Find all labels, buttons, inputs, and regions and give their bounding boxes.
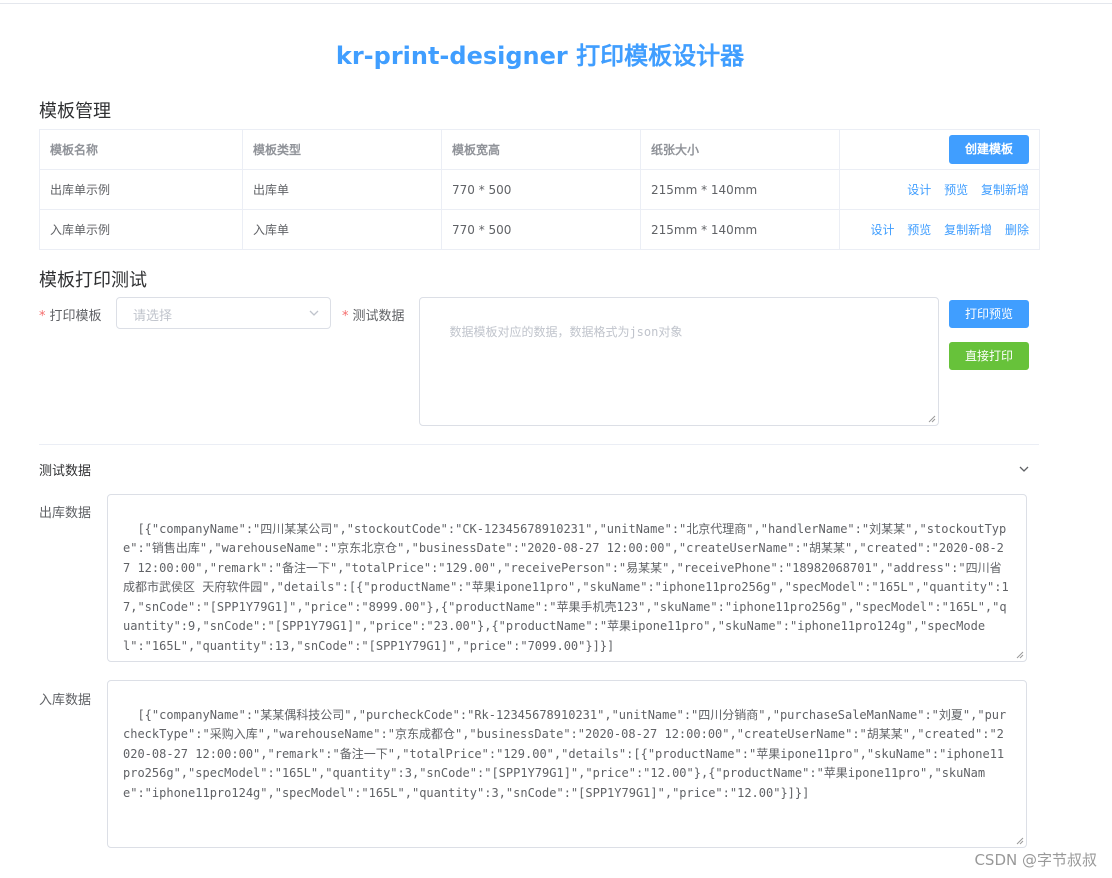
- top-divider: [0, 3, 1112, 4]
- delete-link[interactable]: 删除: [1005, 223, 1029, 237]
- preview-link[interactable]: 预览: [944, 183, 968, 197]
- resize-handle-icon[interactable]: [928, 415, 936, 423]
- chevron-down-icon: [309, 310, 319, 316]
- row-actions: 设计 预览 复制新增 删除: [839, 209, 1040, 250]
- outbound-data-label: 出库数据: [39, 506, 92, 521]
- textarea-placeholder: 数据模板对应的数据，数据格式为json对象: [449, 324, 683, 339]
- print-preview-button[interactable]: 打印预览: [949, 300, 1029, 328]
- test-data-textarea[interactable]: 数据模板对应的数据，数据格式为json对象: [419, 297, 939, 426]
- required-mark: *: [39, 309, 46, 324]
- print-test-title: 模板打印测试: [39, 270, 147, 291]
- test-data-collapse-header[interactable]: 测试数据: [39, 460, 91, 479]
- template-name: 入库单示例: [39, 209, 243, 250]
- row-actions: 设计 预览 复制新增: [839, 169, 1040, 210]
- print-template-select[interactable]: 请选择: [116, 297, 331, 329]
- table-header-row: 模板名称 模板类型 模板宽高 纸张大小 创建模板: [39, 129, 1040, 170]
- inbound-data-textarea[interactable]: [{"companyName":"某某偶科技公司","purcheckCode"…: [107, 680, 1027, 848]
- template-size: 770 * 500: [441, 209, 641, 250]
- copy-add-link[interactable]: 复制新增: [981, 183, 1029, 197]
- page-title: kr-print-designer 打印模板设计器: [335, 42, 745, 70]
- inbound-data-label: 入库数据: [39, 693, 92, 708]
- collapse-divider: [39, 444, 1039, 445]
- paper-size: 215mm * 140mm: [640, 209, 840, 250]
- template-size: 770 * 500: [441, 169, 641, 210]
- paper-size: 215mm * 140mm: [640, 169, 840, 210]
- table-row: 出库单示例 出库单 770 * 500 215mm * 140mm 设计 预览 …: [39, 169, 1040, 210]
- column-header: 模板宽高: [441, 129, 641, 170]
- direct-print-button[interactable]: 直接打印: [949, 342, 1029, 370]
- inbound-json-text: [{"companyName":"某某偶科技公司","purcheckCode"…: [123, 707, 1007, 800]
- template-name: 出库单示例: [39, 169, 243, 210]
- copy-add-link[interactable]: 复制新增: [944, 223, 992, 237]
- create-template-button[interactable]: 创建模板: [949, 135, 1029, 164]
- outbound-json-text: [{"companyName":"四川某某公司","stockoutCode":…: [123, 521, 1009, 653]
- table-row: 入库单示例 入库单 770 * 500 215mm * 140mm 设计 预览 …: [39, 209, 1040, 250]
- design-link[interactable]: 设计: [870, 223, 894, 237]
- template-type: 出库单: [242, 169, 442, 210]
- outbound-data-textarea[interactable]: [{"companyName":"四川某某公司","stockoutCode":…: [107, 494, 1027, 662]
- preview-link[interactable]: 预览: [907, 223, 931, 237]
- design-link[interactable]: 设计: [907, 183, 931, 197]
- required-mark: *: [342, 309, 349, 324]
- chevron-down-icon[interactable]: [1018, 463, 1030, 475]
- template-table: 模板名称 模板类型 模板宽高 纸张大小 创建模板 出库单示例 出库单 770 *…: [39, 129, 1040, 250]
- actions-header: 创建模板: [839, 129, 1040, 170]
- resize-handle-icon[interactable]: [1016, 651, 1024, 659]
- column-header: 纸张大小: [640, 129, 840, 170]
- select-placeholder: 请选择: [133, 309, 173, 324]
- resize-handle-icon[interactable]: [1016, 837, 1024, 845]
- watermark: CSDN @字节叔叔: [974, 851, 1097, 869]
- column-header: 模板名称: [39, 129, 243, 170]
- template-type: 入库单: [242, 209, 442, 250]
- test-data-label: * 测试数据: [342, 309, 405, 324]
- print-template-label: * 打印模板: [39, 309, 102, 324]
- column-header: 模板类型: [242, 129, 442, 170]
- template-management-title: 模板管理: [39, 101, 111, 122]
